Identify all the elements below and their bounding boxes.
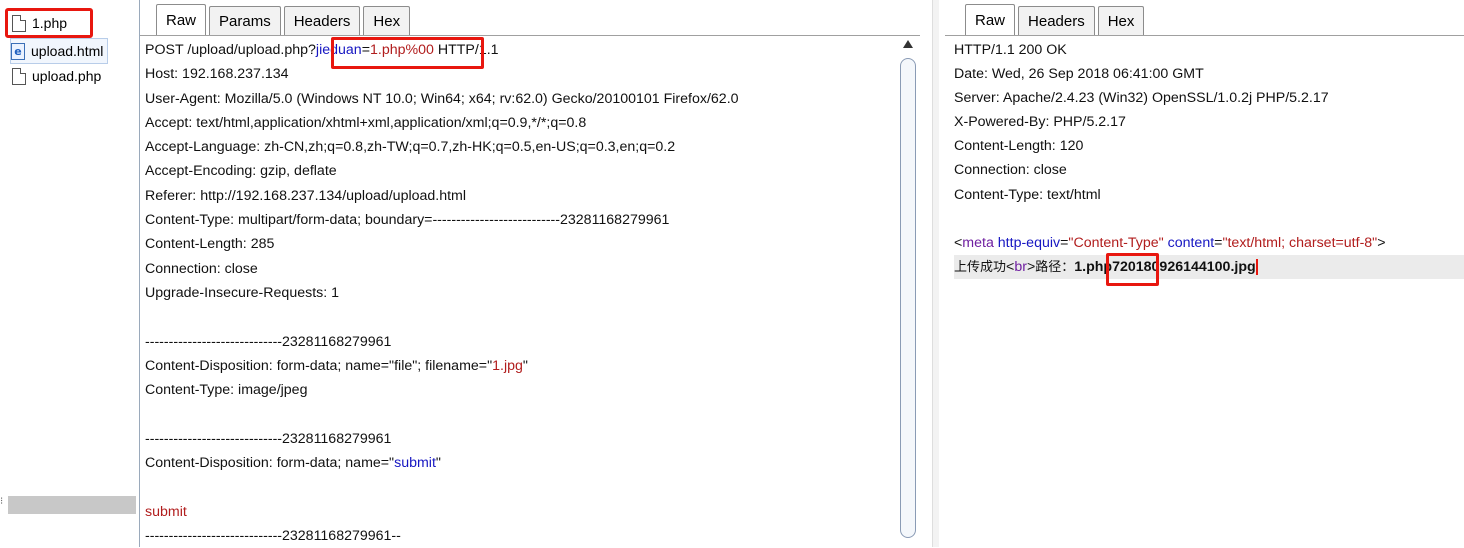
tag-close: > — [1026, 258, 1036, 275]
request-panel: Raw Params Headers Hex POST /upload/uplo… — [139, 0, 920, 547]
attr-name: content — [1167, 234, 1215, 251]
upload-filename: 1.jpg — [492, 357, 523, 374]
part2-disposition: Content-Disposition: form-data; name="su… — [145, 451, 890, 475]
header-line: Host: 192.168.237.134 — [145, 66, 289, 83]
panel-splitter[interactable] — [932, 0, 939, 547]
header-line: User-Agent: Mozilla/5.0 (Windows NT 10.0… — [145, 90, 739, 107]
disposition-suffix: " — [522, 357, 528, 374]
header-line: Accept-Encoding: gzip, deflate — [145, 163, 337, 180]
header-line: Content-Length: 285 — [145, 236, 275, 253]
tag-close: > — [1377, 234, 1386, 251]
scroll-thumb[interactable] — [900, 58, 916, 538]
scroll-up-icon[interactable] — [903, 40, 913, 48]
part2-value: submit — [145, 503, 187, 520]
tab-params[interactable]: Params — [209, 6, 281, 36]
tab-raw[interactable]: Raw — [965, 4, 1016, 36]
request-editor[interactable]: POST /upload/upload.php?jieduan=1.php%00… — [145, 38, 890, 548]
request-method-path: POST /upload/upload.php? — [145, 42, 316, 58]
tag-name: br — [1014, 258, 1027, 275]
tab-raw[interactable]: Raw — [156, 4, 207, 36]
file-tree: 1.php e upload.html upload.php ⁝ — [0, 0, 138, 547]
header-line: Connection: close — [954, 162, 1067, 179]
tab-separator — [140, 35, 920, 36]
header-line: Upgrade-Insecure-Requests: 1 — [145, 284, 339, 301]
boundary-line: -----------------------------23281168279… — [145, 430, 392, 447]
request-vertical-scrollbar[interactable] — [900, 38, 916, 538]
file-item-upload-html[interactable]: e upload.html — [10, 38, 109, 64]
response-panel: Raw Headers Hex HTTP/1.1 200 OK Date: We… — [945, 0, 1464, 547]
result-highlight-box — [1106, 253, 1159, 286]
part1-disposition: Content-Disposition: form-data; name="fi… — [145, 354, 890, 378]
header-line: Connection: close — [145, 260, 258, 277]
header-line: Server: Apache/2.4.23 (Win32) OpenSSL/1.… — [954, 90, 1329, 107]
upload-result-line: 上传成功<br>路径：1.php720180926144100.jpg — [954, 254, 1464, 279]
header-line: X-Powered-By: PHP/5.2.17 — [954, 114, 1126, 131]
header-line: Date: Wed, 26 Sep 2018 06:41:00 GMT — [954, 66, 1204, 83]
attr-value: "Content-Type" — [1068, 234, 1164, 251]
header-line: Accept: text/html,application/xhtml+xml,… — [145, 114, 587, 131]
boundary-line: -----------------------------23281168279… — [145, 333, 392, 350]
part1-content-type: Content-Type: image/jpeg — [145, 382, 308, 399]
disposition-prefix: Content-Disposition: form-data; name="fi… — [145, 357, 493, 374]
tab-hex[interactable]: Hex — [1097, 6, 1145, 36]
file-icon — [12, 67, 26, 85]
text-caret — [1255, 259, 1258, 276]
file-item-upload-php[interactable]: upload.php — [12, 64, 101, 88]
tag-name: meta — [962, 234, 994, 251]
meta-tag-line: <meta http-equiv="Content-Type" content=… — [954, 231, 1464, 255]
path-label: 路径： — [1035, 259, 1075, 275]
tab-headers[interactable]: Headers — [283, 6, 361, 36]
disposition-suffix: " — [435, 455, 441, 472]
header-line: Accept-Language: zh-CN,zh;q=0.8,zh-TW;q=… — [145, 139, 676, 156]
attr-name: http-equiv — [997, 234, 1061, 251]
response-editor[interactable]: HTTP/1.1 200 OK Date: Wed, 26 Sep 2018 0… — [954, 38, 1464, 279]
tree-grip-icon: ⁝ — [0, 496, 4, 507]
tree-horizontal-scrollbar[interactable] — [8, 496, 136, 514]
param-highlight-box — [331, 37, 484, 69]
header-line: Content-Length: 120 — [954, 138, 1084, 155]
boundary-end-line: -----------------------------23281168279… — [145, 527, 401, 544]
tab-hex[interactable]: Hex — [363, 6, 411, 36]
response-tabbar: Raw Headers Hex — [965, 0, 1147, 36]
file-label: upload.php — [32, 68, 102, 84]
attr-value: "text/html; charset=utf-8" — [1222, 234, 1378, 251]
file-label: upload.html — [31, 43, 104, 59]
field-name: submit — [394, 455, 436, 472]
request-tabbar: Raw Params Headers Hex — [156, 0, 413, 36]
request-line: POST /upload/upload.php?jieduan=1.php%00… — [145, 38, 890, 62]
selected-file-highlight — [5, 8, 93, 38]
header-line: Referer: http://192.168.237.134/upload/u… — [145, 187, 467, 204]
tab-headers[interactable]: Headers — [1018, 6, 1095, 36]
header-line: Content-Type: text/html — [954, 186, 1101, 203]
disposition-prefix: Content-Disposition: form-data; name=" — [145, 455, 395, 472]
status-line: HTTP/1.1 200 OK — [954, 42, 1067, 58]
header-line: Content-Type: multipart/form-data; bound… — [145, 212, 670, 229]
html-file-icon: e — [11, 42, 25, 60]
tab-separator — [945, 35, 1464, 36]
success-text: 上传成功 — [954, 259, 1007, 275]
